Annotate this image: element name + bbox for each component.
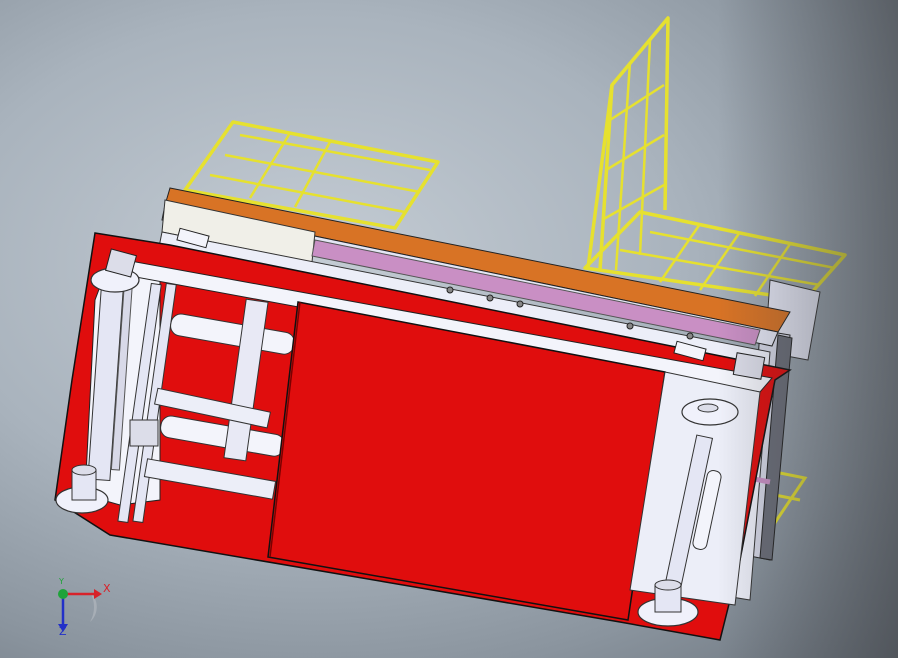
y-axis-label: Y (59, 577, 64, 586)
y-axis-dot (58, 589, 68, 599)
x-axis-label: X (103, 582, 111, 595)
x-axis-arrow (94, 589, 102, 599)
axis-triad: X Y Z (50, 577, 120, 638)
z-axis-label: Z (59, 625, 67, 638)
3d-viewport[interactable]: X Y Z (0, 0, 898, 658)
cad-model[interactable] (0, 0, 898, 658)
